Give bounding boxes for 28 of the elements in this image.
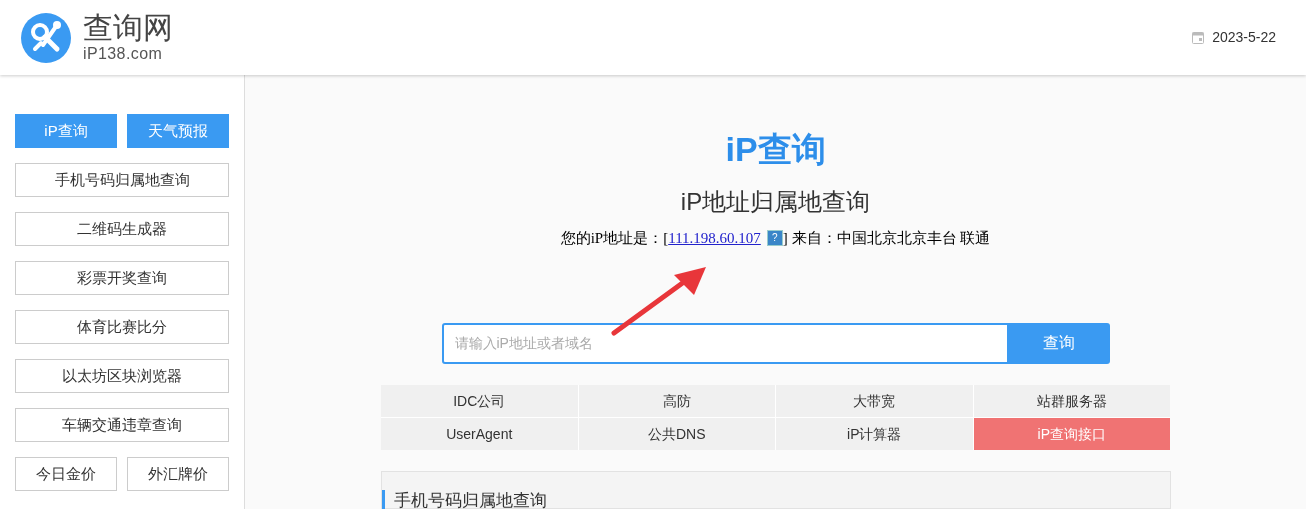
ip-location: ] 来自：中国北京北京丰台 联通 [782,229,991,248]
help-icon[interactable]: ? [766,230,783,247]
page-heading: iP查询 [725,132,826,166]
page-subtitle: iP地址归属地查询 [680,190,871,214]
sidebar-link[interactable]: 彩票开奖查询 [15,261,229,295]
sidebar-link[interactable]: 外汇牌价 [127,457,229,491]
search-field[interactable]: 请输入iP地址或者域名 [441,322,1009,365]
calendar-icon [1192,31,1205,44]
grid-link[interactable]: 公共DNS [578,418,775,451]
sidebar-link[interactable]: 今日金价 [15,457,117,491]
logo-domain: iP138.com [83,46,164,62]
sidebar-link[interactable]: 二维码生成器 [15,212,229,246]
logo-icon[interactable] [21,12,71,63]
sidebar-link[interactable]: 手机号码归属地查询 [15,163,229,197]
grid-link[interactable]: 站群服务器 [973,385,1170,418]
ip-address-link[interactable]: 111.198.60.107 [668,227,761,250]
date-text: 2023-5-22 [1212,28,1276,47]
sidebar-link[interactable]: 以太坊区块浏览器 [15,359,229,393]
sidebar-link[interactable]: 车辆交通违章查询 [15,408,229,442]
grid-link[interactable]: IDC公司 [381,385,578,418]
ip-label: 您的iP地址是：[ [560,229,669,248]
grid-link[interactable]: 高防 [578,385,775,418]
logo-title: 查询网 [83,13,173,43]
grid-link[interactable]: 大带宽 [776,385,973,418]
grid-link[interactable]: iP计算器 [776,418,973,451]
grid-link[interactable]: UserAgent [381,418,578,451]
sidebar-link[interactable]: 体育比赛比分 [15,310,229,344]
section-title: 手机号码归属地查询 [381,490,547,509]
